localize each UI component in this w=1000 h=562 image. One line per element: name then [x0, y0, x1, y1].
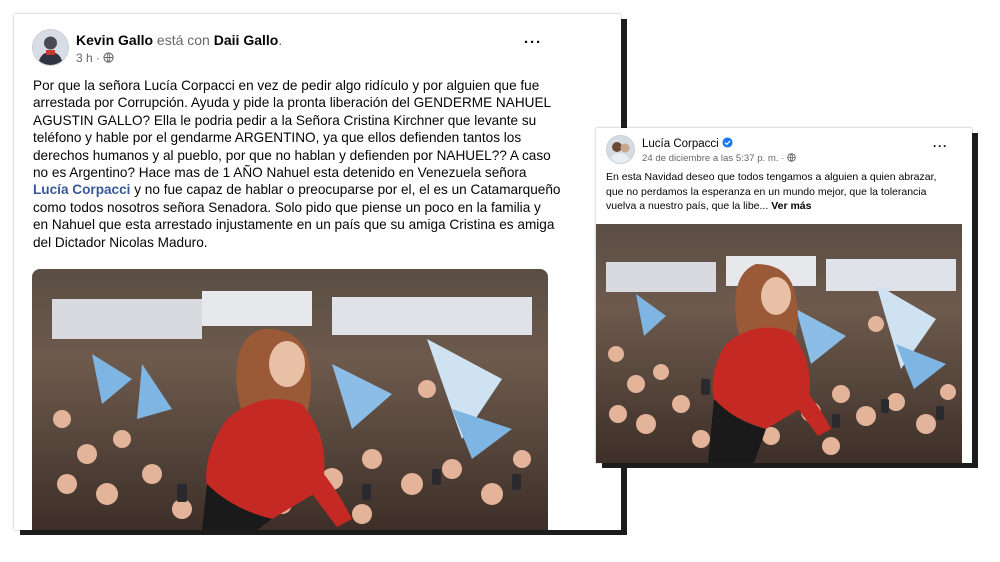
mention-link[interactable]: Lucía Corpacci [33, 182, 130, 197]
post-photo[interactable] [596, 224, 962, 463]
author-line: Kevin Gallo está con Daii Gallo. [76, 32, 283, 48]
author-name[interactable]: Lucía Corpacci [642, 138, 719, 150]
post-date[interactable]: 24 de diciembre a las 5:37 p. m. · [642, 153, 784, 164]
post-photo[interactable] [32, 269, 548, 530]
post-time[interactable]: 3 h · [76, 51, 100, 65]
post-meta: 24 de diciembre a las 5:37 p. m. · [642, 153, 796, 164]
author-avatar[interactable] [606, 135, 635, 164]
verified-badge-icon [722, 137, 733, 148]
author-line: Lucía Corpacci [642, 137, 733, 150]
globe-icon [787, 153, 796, 163]
post-meta: 3 h · [76, 51, 114, 65]
tagged-name[interactable]: Daii Gallo [214, 32, 279, 48]
post-body: Por que la señora Lucía Corpacci en vez … [33, 78, 561, 250]
post-body: En esta Navidad deseo que todos tengamos… [606, 171, 937, 212]
post-card-kevin-gallo: Kevin Gallo está con Daii Gallo. 3 h · ·… [14, 14, 621, 530]
globe-icon [103, 52, 114, 63]
with-word: está con [156, 32, 210, 48]
author-name[interactable]: Kevin Gallo [76, 32, 153, 48]
more-options-icon[interactable]: ··· [524, 34, 542, 51]
post-card-lucia-corpacci: Lucía Corpacci 24 de diciembre a las 5:3… [596, 128, 972, 463]
author-avatar[interactable] [32, 29, 69, 66]
see-more-link[interactable]: Ver más [771, 200, 811, 212]
more-options-icon[interactable]: ··· [933, 139, 948, 153]
